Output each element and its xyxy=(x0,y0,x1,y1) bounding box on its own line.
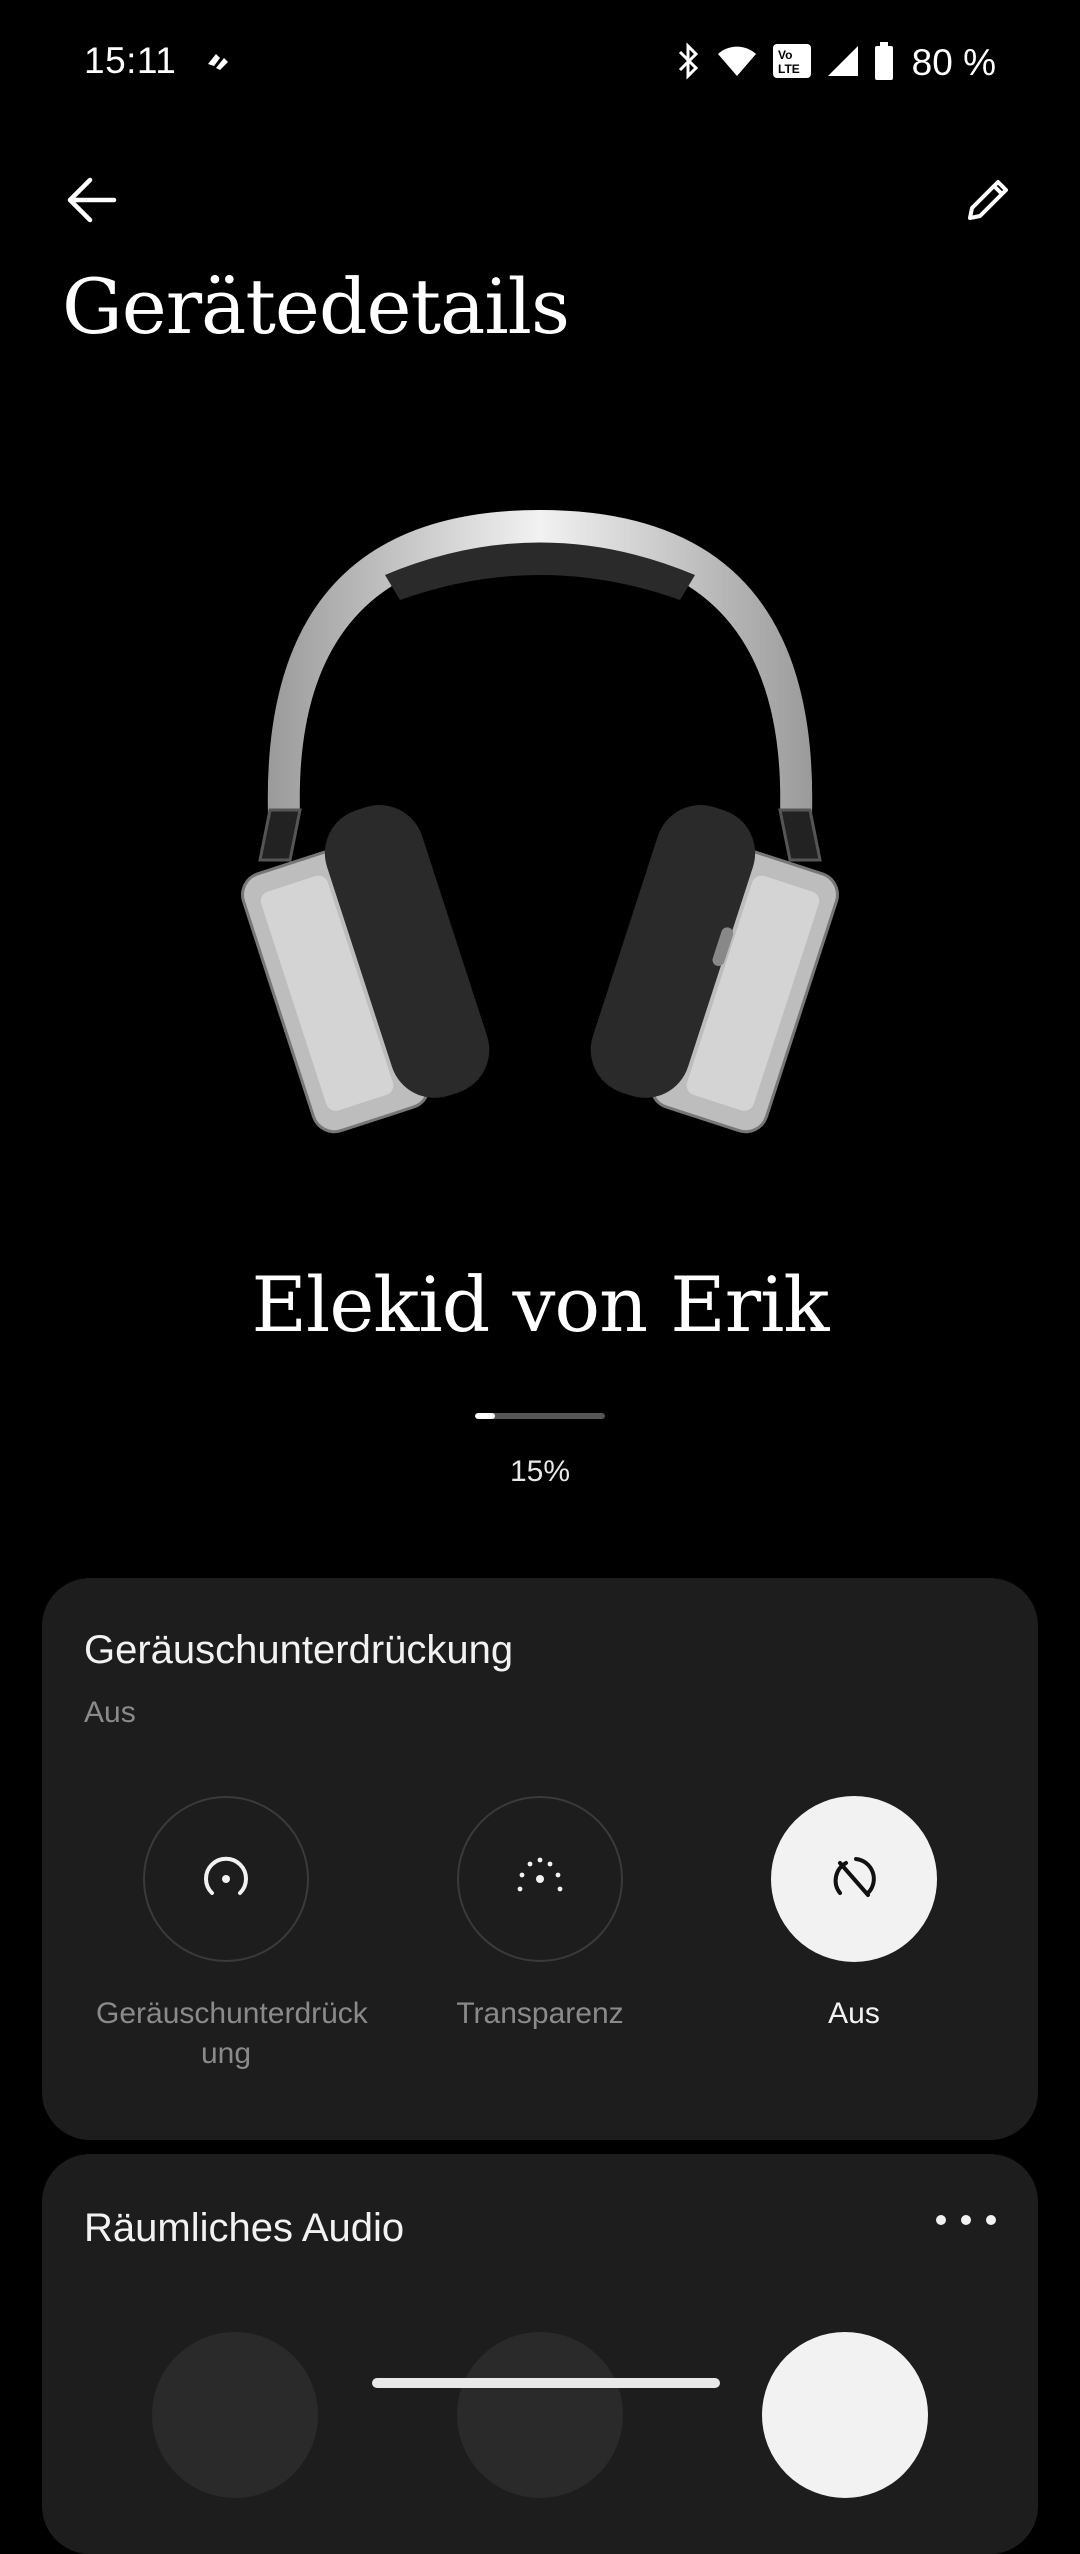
mode-transparency[interactable]: Transparenz xyxy=(410,1796,670,2034)
home-indicator[interactable] xyxy=(372,2378,720,2388)
edit-button[interactable] xyxy=(956,168,1020,232)
headphones-image xyxy=(240,490,840,1150)
mode-transparency-button[interactable] xyxy=(457,1796,623,1962)
mode-label: Transparenz xyxy=(456,1997,624,2030)
cell-signal-icon xyxy=(826,44,860,83)
device-battery-label: 15% xyxy=(509,1455,571,1488)
spatial-mode-3-button[interactable] xyxy=(762,2332,928,2498)
more-options-button[interactable] xyxy=(936,2200,996,2240)
mode-noise-cancellation-button[interactable] xyxy=(143,1796,309,1962)
svg-text:LTE: LTE xyxy=(778,62,800,76)
mode-label: Geräuschunterdrück ung xyxy=(96,1997,368,2070)
status-time: 15:11 xyxy=(84,40,177,81)
dot xyxy=(961,2215,971,2225)
svg-text:Vo: Vo xyxy=(778,48,792,62)
spatial-mode-2-button[interactable] xyxy=(457,2332,623,2498)
spatial-mode-1-button[interactable] xyxy=(152,2332,318,2498)
dot xyxy=(986,2215,996,2225)
battery-icon xyxy=(874,41,894,85)
arrow-left-icon xyxy=(67,177,117,223)
page-title: Gerätedetails xyxy=(62,262,570,351)
status-bar: 15:11 Vo LTE 80 % xyxy=(0,0,1080,130)
transparency-icon xyxy=(517,1857,563,1892)
notification-icon xyxy=(202,46,232,81)
volte-icon: Vo LTE xyxy=(772,43,812,84)
mode-off[interactable]: Aus xyxy=(724,1796,984,2034)
dot xyxy=(936,2215,946,2225)
noise-control-card: Geräuschunterdrückung Aus Geräuschunterd… xyxy=(42,1578,1038,2140)
spatial-audio-card: Räumliches Audio xyxy=(42,2154,1038,2554)
device-battery-bar xyxy=(475,1413,605,1419)
back-button[interactable] xyxy=(60,168,124,232)
device-battery-fill xyxy=(475,1413,495,1419)
anc-off-icon xyxy=(833,1857,876,1897)
mode-noise-cancellation[interactable]: Geräuschunterdrück ung xyxy=(96,1796,368,2074)
wifi-icon xyxy=(716,44,758,83)
noise-control-title: Geräuschunterdrückung xyxy=(84,1628,514,1672)
spatial-audio-title: Räumliches Audio xyxy=(84,2206,405,2250)
pencil-icon xyxy=(968,180,1008,220)
battery-percent: 80 % xyxy=(911,42,996,83)
bluetooth-icon xyxy=(674,41,702,86)
device-name: Elekid von Erik xyxy=(251,1260,830,1349)
noise-control-status: Aus xyxy=(84,1696,136,1729)
mode-label: Aus xyxy=(828,1997,880,2030)
mode-off-button[interactable] xyxy=(771,1796,937,1962)
noise-cancellation-icon xyxy=(204,1856,248,1895)
